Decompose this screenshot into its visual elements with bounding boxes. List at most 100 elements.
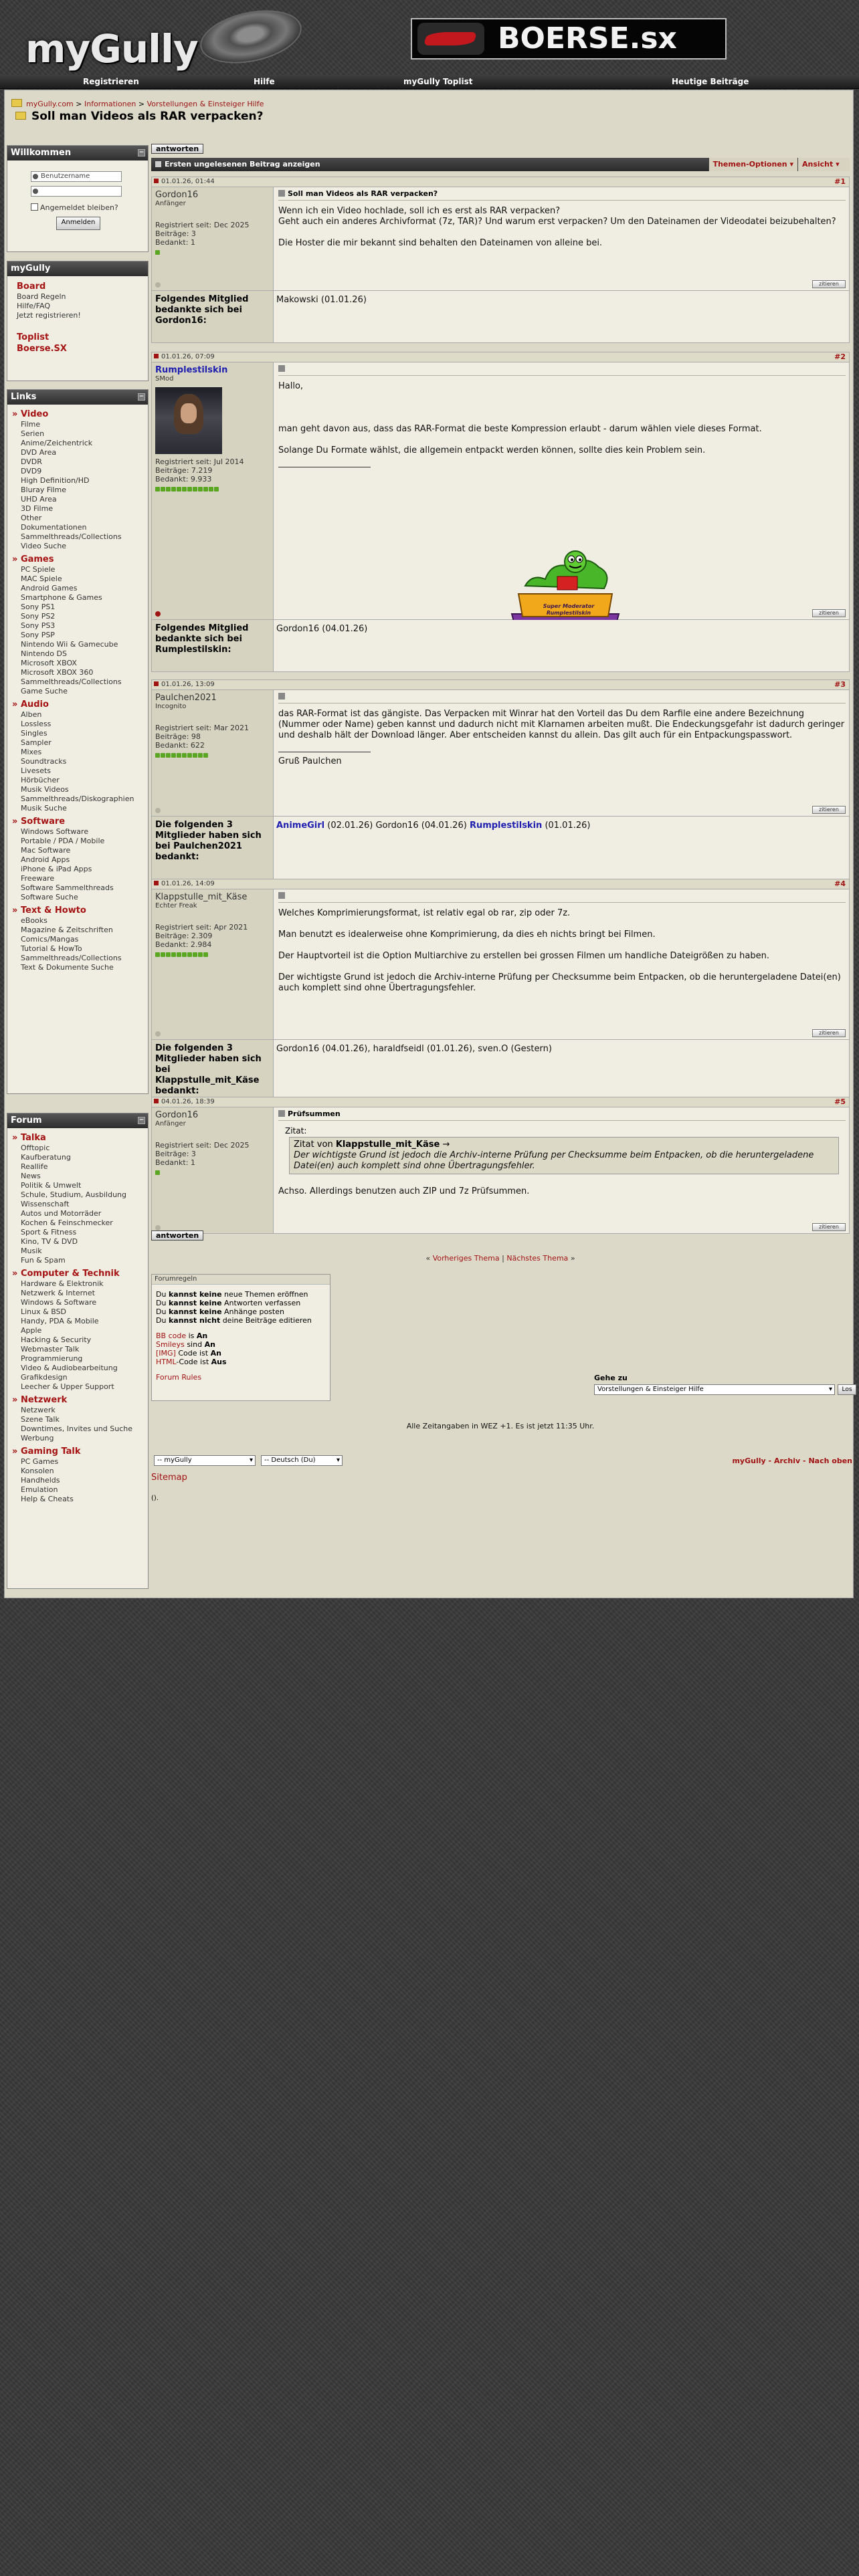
sidebar-mygully-item[interactable]: Board: [7, 278, 148, 292]
username[interactable]: Klappstulle_mit_Käse: [155, 892, 273, 902]
sidebar-item[interactable]: Werbung: [7, 1434, 148, 1443]
sidebar-item[interactable]: Leecher & Upper Support: [7, 1382, 148, 1392]
sidebar-item[interactable]: Schule, Studium, Ausbildung: [7, 1190, 148, 1200]
sidebar-mygully-item[interactable]: Boerse.SX: [7, 343, 148, 354]
footer-link-archiv[interactable]: Archiv: [774, 1457, 800, 1465]
sidebar-item[interactable]: Musik Suche: [7, 804, 148, 813]
sidebar-item[interactable]: Bluray Filme: [7, 486, 148, 495]
quote-button[interactable]: zitieren: [812, 806, 846, 814]
sidebar-item[interactable]: 3D Filme: [7, 504, 148, 514]
remember-checkbox[interactable]: [31, 203, 38, 211]
sidebar-item[interactable]: UHD Area: [7, 495, 148, 504]
sidebar-item[interactable]: Freeware: [7, 874, 148, 883]
quoted-user[interactable]: Klappstulle_mit_Käse: [336, 1140, 440, 1150]
username[interactable]: Rumplestilskin: [155, 365, 273, 375]
sidebar-item[interactable]: Smartphone & Games: [7, 593, 148, 603]
sidebar-item[interactable]: Handy, PDA & Mobile: [7, 1317, 148, 1326]
forum-rules-link[interactable]: Forum Rules: [156, 1373, 201, 1382]
sidebar-mygully-item[interactable]: Toplist: [7, 320, 148, 343]
sidebar-item[interactable]: Linux & BSD: [7, 1307, 148, 1317]
sidebar-item[interactable]: Text & Dokumente Suche: [7, 963, 148, 972]
collapse-icon[interactable]: −: [138, 1117, 145, 1124]
sidebar-item[interactable]: Politik & Umwelt: [7, 1181, 148, 1190]
sidebar-item[interactable]: Android Apps: [7, 855, 148, 865]
sidebar-item[interactable]: Comics/Mangas: [7, 935, 148, 944]
nav-todays-posts[interactable]: Heutige Beiträge: [672, 77, 749, 86]
sidebar-item[interactable]: Dokumentationen: [7, 523, 148, 532]
sidebar-item[interactable]: Windows & Software: [7, 1298, 148, 1307]
remember-me[interactable]: Angemeldet bleiben?: [31, 203, 118, 212]
quote-button[interactable]: zitieren: [812, 280, 846, 288]
reply-button-top[interactable]: antworten: [151, 144, 204, 154]
sidebar-item[interactable]: High Definition/HD: [7, 476, 148, 486]
sidebar-item[interactable]: News: [7, 1172, 148, 1181]
goto-button[interactable]: Los: [838, 1384, 856, 1395]
next-thread-link[interactable]: Nächstes Thema: [506, 1254, 568, 1263]
reply-button-bottom[interactable]: antworten: [151, 1230, 204, 1241]
quote-button[interactable]: zitieren: [812, 609, 846, 617]
login-button[interactable]: Anmelden: [56, 217, 100, 230]
previous-thread-link[interactable]: Vorheriges Thema: [433, 1254, 500, 1263]
nav-toplist[interactable]: myGully Toplist: [403, 77, 472, 86]
sidebar-item[interactable]: Video & Audiobearbeitung: [7, 1364, 148, 1373]
thread-options-menu[interactable]: Themen-Optionen ▾: [708, 158, 797, 171]
sidebar-mygully-item[interactable]: Hilfe/FAQ: [7, 302, 148, 311]
sidebar-item[interactable]: Other: [7, 514, 148, 523]
sidebar-item[interactable]: Netzwerk & Internet: [7, 1289, 148, 1298]
goto-select[interactable]: Vorstellungen & Einsteiger Hilfe ▾: [594, 1384, 835, 1395]
sidebar-item[interactable]: Sony PS2: [7, 612, 148, 621]
quote-button[interactable]: zitieren: [812, 1223, 846, 1231]
sidebar-item[interactable]: Offtopic: [7, 1144, 148, 1153]
view-menu[interactable]: Ansicht ▾: [797, 158, 850, 171]
avatar[interactable]: [155, 387, 222, 454]
sidebar-item[interactable]: Sammelthreads/Diskographien: [7, 794, 148, 804]
sidebar-item[interactable]: Sammelthreads/Collections: [7, 532, 148, 542]
sidebar-item[interactable]: PC Games: [7, 1457, 148, 1467]
sidebar-category[interactable]: » Netzwerk: [7, 1392, 148, 1406]
sidebar-item[interactable]: Mac Software: [7, 846, 148, 855]
sidebar-item[interactable]: Webmaster Talk: [7, 1345, 148, 1354]
first-unread-link[interactable]: Ersten ungelesenen Beitrag anzeigen: [155, 160, 320, 169]
sidebar-item[interactable]: Emulation: [7, 1485, 148, 1495]
thanks-user[interactable]: Gordon16: [276, 624, 319, 634]
nav-help[interactable]: Hilfe: [254, 77, 275, 86]
sidebar-item[interactable]: Hardware & Elektronik: [7, 1279, 148, 1289]
sidebar-item[interactable]: Fun & Spam: [7, 1256, 148, 1265]
quote-button[interactable]: zitieren: [812, 1029, 846, 1037]
sidebar-item[interactable]: Software Sammelthreads: [7, 883, 148, 893]
sidebar-item[interactable]: Game Suche: [7, 687, 148, 696]
thanks-user[interactable]: Gordon16: [375, 821, 418, 831]
sidebar-item[interactable]: Microsoft XBOX: [7, 659, 148, 668]
sidebar-category[interactable]: » Video: [7, 406, 148, 420]
sidebar-mygully-item[interactable]: Board Regeln: [7, 292, 148, 302]
breadcrumb-home[interactable]: myGully.com: [26, 100, 74, 108]
thanks-user[interactable]: haraldfseidl: [373, 1044, 424, 1054]
sidebar-item[interactable]: Kino, TV & DVD: [7, 1237, 148, 1247]
sidebar-item[interactable]: Hörbücher: [7, 776, 148, 785]
sidebar-item[interactable]: Nintendo Wii & Gamecube: [7, 640, 148, 649]
boerse-banner[interactable]: BOERSE.sx: [411, 18, 727, 60]
sidebar-item[interactable]: eBooks: [7, 916, 148, 926]
sidebar-item[interactable]: Reallife: [7, 1162, 148, 1172]
sidebar-item[interactable]: Programmierung: [7, 1354, 148, 1364]
username[interactable]: Gordon16: [155, 1110, 273, 1120]
sidebar-item[interactable]: iPhone & iPad Apps: [7, 865, 148, 874]
view-post-arrow-icon[interactable]: →: [442, 1140, 450, 1150]
sidebar-item[interactable]: Autos und Motorräder: [7, 1209, 148, 1218]
sidebar-category[interactable]: » Text & Howto: [7, 902, 148, 916]
sidebar-mygully-item[interactable]: Jetzt registrieren!: [7, 311, 148, 320]
footer-link-mygully[interactable]: myGully: [732, 1457, 765, 1465]
thanks-user[interactable]: Gordon16: [276, 1044, 319, 1054]
sidebar-item[interactable]: Handhelds: [7, 1476, 148, 1485]
breadcrumb-informationen[interactable]: Informationen: [84, 100, 136, 108]
sidebar-item[interactable]: Wissenschaft: [7, 1200, 148, 1209]
sidebar-item[interactable]: Filme: [7, 420, 148, 429]
sidebar-item[interactable]: Nintendo DS: [7, 649, 148, 659]
sidebar-item[interactable]: Kaufberatung: [7, 1153, 148, 1162]
sidebar-item[interactable]: Windows Software: [7, 827, 148, 837]
thanks-user[interactable]: sven.O: [478, 1044, 508, 1054]
sidebar-item[interactable]: Livesets: [7, 766, 148, 776]
sidebar-item[interactable]: Anime/Zeichentrick: [7, 439, 148, 448]
code-link[interactable]: BB code: [156, 1331, 186, 1340]
sidebar-item[interactable]: Singles: [7, 729, 148, 738]
